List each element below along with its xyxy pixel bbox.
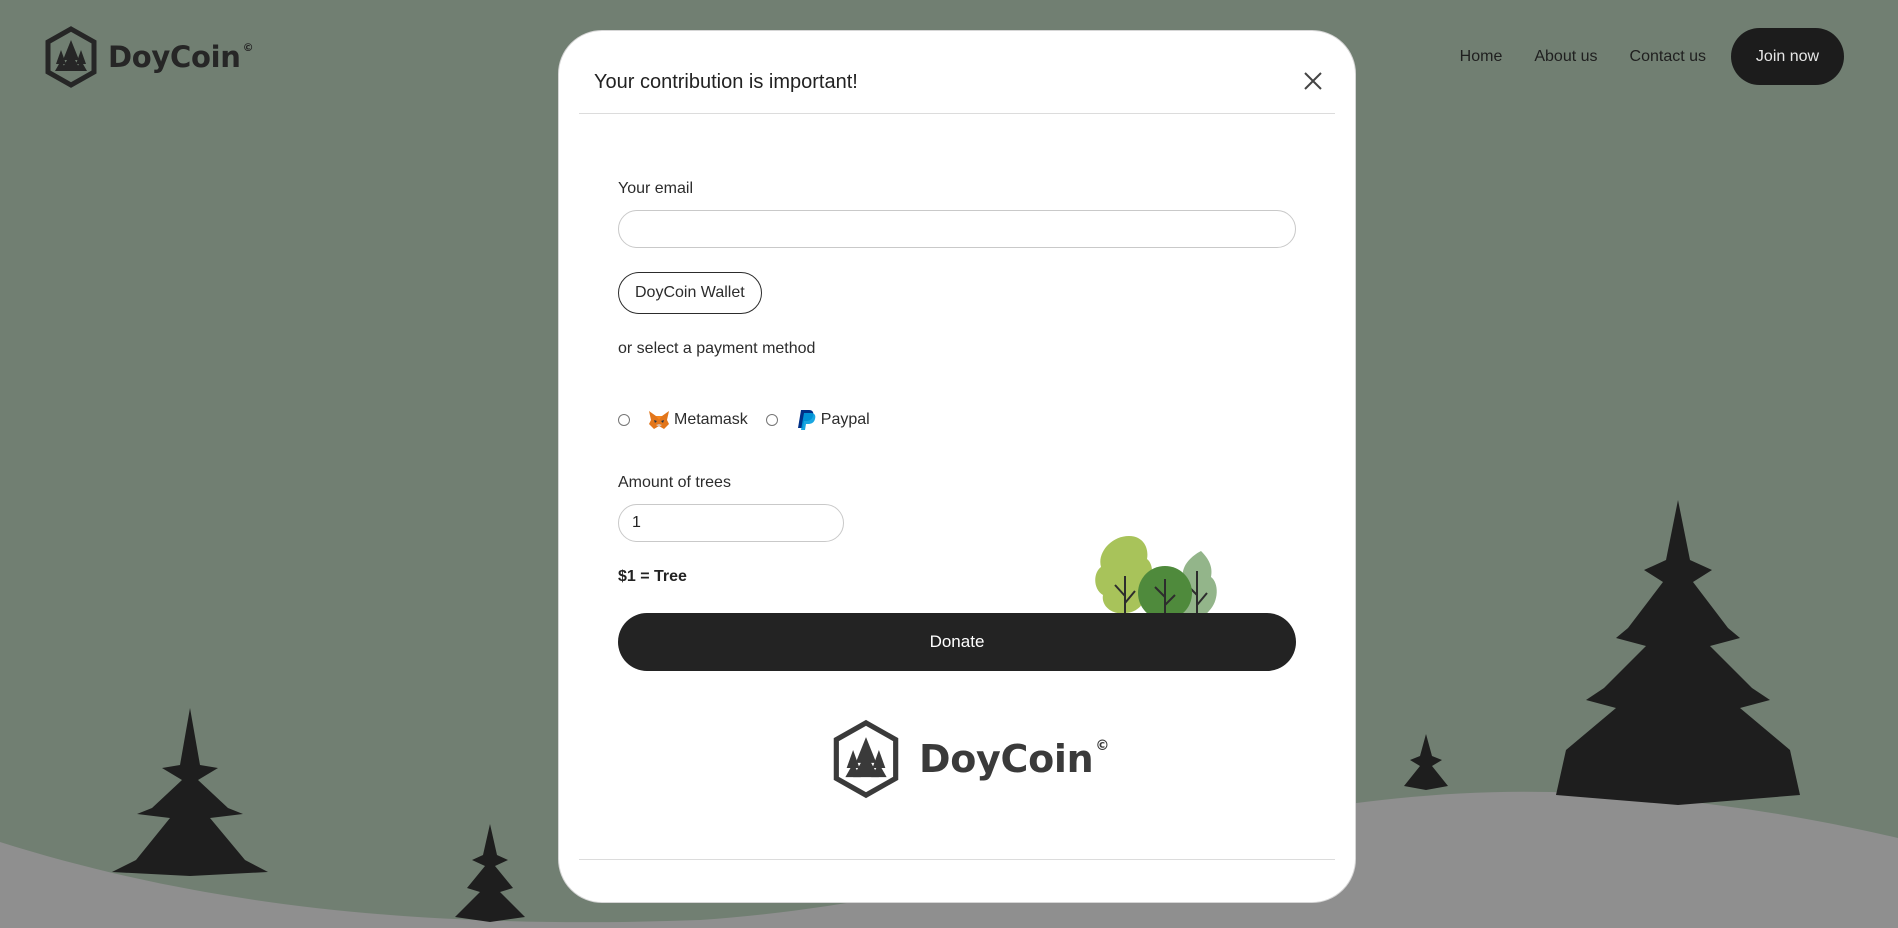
pine-tree-left-small: [455, 824, 525, 922]
nav-link-contact-us[interactable]: Contact us: [1630, 48, 1706, 66]
email-input[interactable]: [618, 210, 1296, 248]
footer-brand-logo: DoyCoin ©: [831, 719, 1109, 799]
brand-logo[interactable]: DoyCoin ©: [44, 26, 254, 88]
copyright-mark: ©: [242, 40, 254, 54]
metamask-label: Metamask: [674, 411, 748, 428]
metamask-fox-icon: [649, 411, 669, 429]
paypal-radio[interactable]: [765, 414, 778, 426]
payment-method-options: Metamask Paypal: [618, 409, 870, 431]
hexagon-pine-logo-icon: [45, 26, 97, 88]
payment-option-paypal[interactable]: Paypal: [796, 409, 870, 431]
trees-illustration-icon: [1095, 536, 1217, 621]
modal-header: Your contribution is important!: [579, 31, 1335, 114]
paypal-label: Paypal: [820, 411, 870, 428]
pine-tree-left-large: [112, 708, 268, 876]
modal-title: Your contribution is important!: [594, 71, 858, 93]
nav-link-about-us[interactable]: About us: [1534, 48, 1597, 66]
top-navigation: Home About us Contact us Join now: [1428, 28, 1844, 85]
metamask-radio[interactable]: [618, 414, 630, 426]
hexagon-pine-logo-icon: [833, 719, 899, 799]
payment-method-prompt: or select a payment method: [618, 340, 816, 357]
doycoin-wallet-button[interactable]: DoyCoin Wallet: [618, 272, 762, 314]
pine-tree-mid-small: [1404, 734, 1448, 790]
trees-amount-label: Amount of trees: [618, 474, 731, 491]
join-now-button[interactable]: Join now: [1731, 28, 1844, 85]
modal-footer-divider: [579, 859, 1335, 860]
brand-name: DoyCoin: [108, 40, 241, 74]
trees-amount-input[interactable]: [618, 504, 844, 542]
footer-brand-name: DoyCoin: [919, 737, 1094, 781]
donate-button[interactable]: Donate: [618, 613, 1296, 671]
donation-modal: Your contribution is important! Your ema…: [558, 30, 1356, 903]
pine-tree-right-large: [1556, 500, 1800, 805]
paypal-icon: [797, 410, 816, 430]
tree-price-rate: $1 = Tree: [618, 568, 687, 585]
payment-option-metamask[interactable]: Metamask: [648, 410, 748, 430]
close-icon[interactable]: [1301, 69, 1325, 93]
nav-link-home[interactable]: Home: [1460, 48, 1503, 66]
email-label: Your email: [618, 180, 694, 197]
footer-copyright-mark: ©: [1095, 738, 1110, 754]
